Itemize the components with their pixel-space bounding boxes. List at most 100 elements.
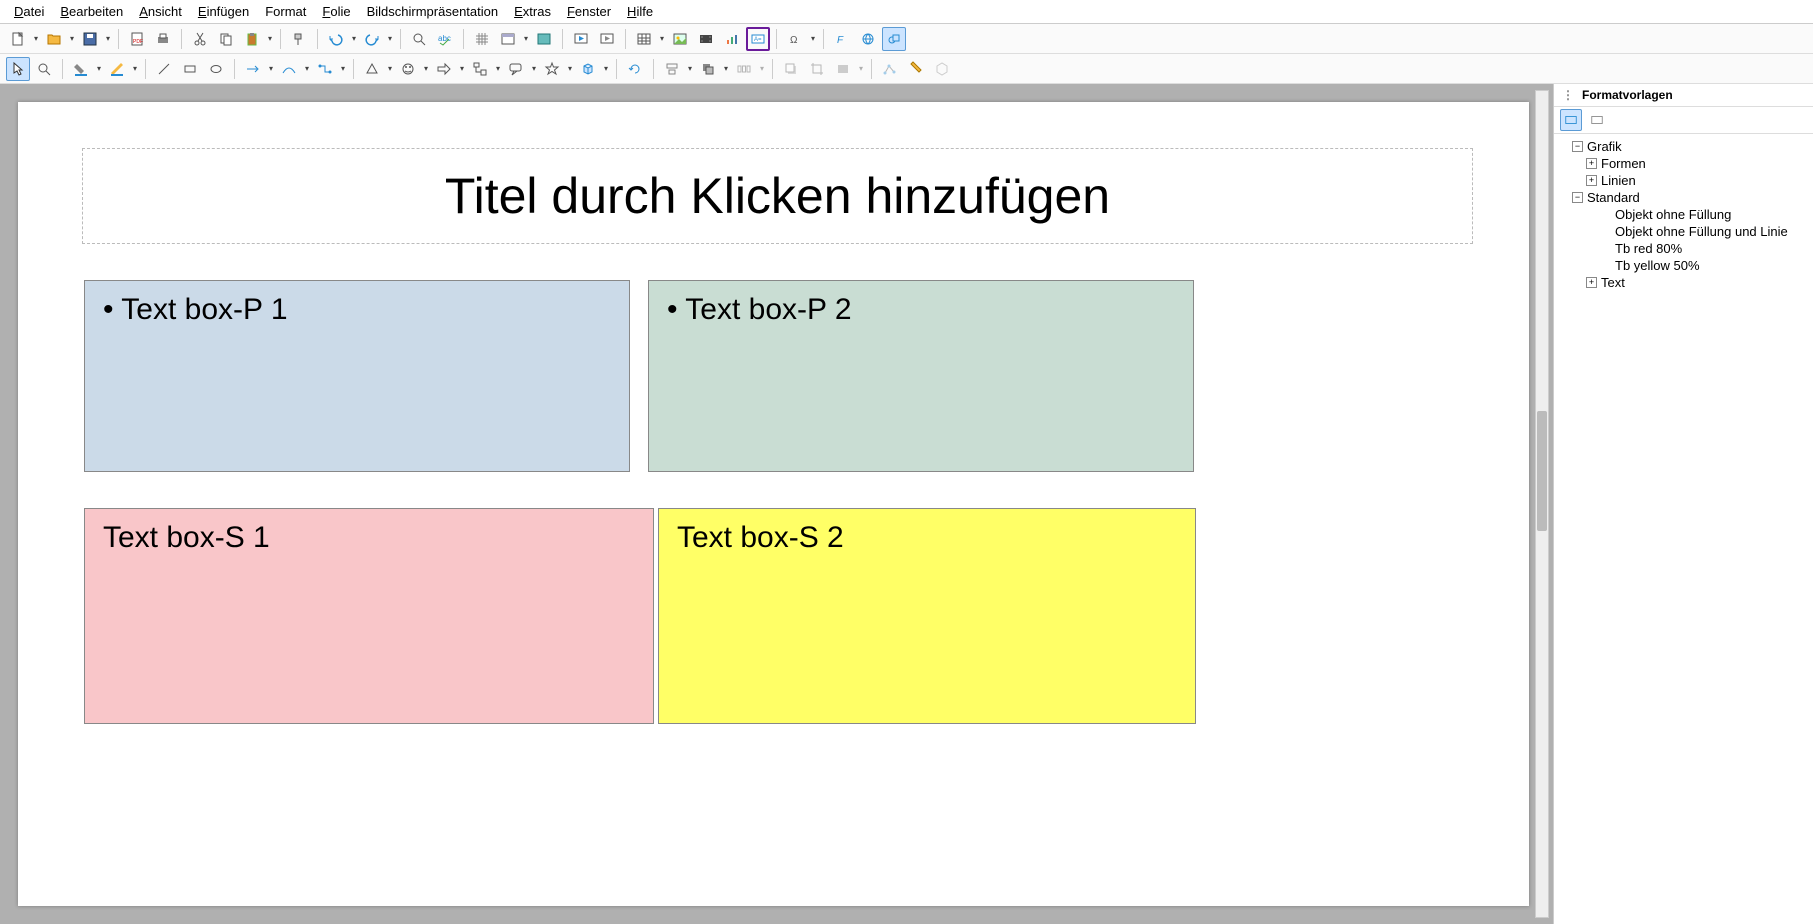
copy-button[interactable] xyxy=(214,27,238,51)
arrange-button[interactable] xyxy=(696,57,720,81)
collapse-icon[interactable]: − xyxy=(1572,192,1583,203)
rotate-tool-button[interactable] xyxy=(623,57,647,81)
line-tool-button[interactable] xyxy=(152,57,176,81)
display-views-dropdown[interactable]: ▾ xyxy=(522,34,530,43)
special-char-dropdown[interactable]: ▾ xyxy=(809,34,817,43)
line-arrow-button[interactable] xyxy=(241,57,265,81)
new-dropdown[interactable]: ▾ xyxy=(32,34,40,43)
open-button[interactable] xyxy=(42,27,66,51)
filter-dropdown[interactable]: ▾ xyxy=(857,64,865,73)
arrange-dropdown[interactable]: ▾ xyxy=(722,64,730,73)
print-button[interactable] xyxy=(151,27,175,51)
select-tool-button[interactable] xyxy=(6,57,30,81)
menu-folie[interactable]: Folie xyxy=(314,2,358,21)
insert-media-button[interactable] xyxy=(694,27,718,51)
zoom-tool-button[interactable] xyxy=(32,57,56,81)
undo-dropdown[interactable]: ▾ xyxy=(350,34,358,43)
grid-button[interactable] xyxy=(470,27,494,51)
expand-icon[interactable]: + xyxy=(1586,175,1597,186)
align-dropdown[interactable]: ▾ xyxy=(686,64,694,73)
scrollbar-thumb[interactable] xyxy=(1537,411,1547,531)
vertical-scrollbar[interactable] xyxy=(1535,90,1549,918)
tree-formen[interactable]: +Formen xyxy=(1558,155,1809,172)
undo-button[interactable] xyxy=(324,27,348,51)
textbox-s1[interactable]: Text box-S 1 xyxy=(84,508,654,724)
3d-objects-button[interactable] xyxy=(576,57,600,81)
textbox-p1[interactable]: Text box-P 1 xyxy=(84,280,630,472)
show-draw-functions-button[interactable] xyxy=(882,27,906,51)
menu-einfügen[interactable]: Einfügen xyxy=(190,2,257,21)
textbox-p2[interactable]: Text box-P 2 xyxy=(648,280,1194,472)
block-arrows-dropdown[interactable]: ▾ xyxy=(458,64,466,73)
master-slide-button[interactable] xyxy=(532,27,556,51)
points-button[interactable] xyxy=(878,57,902,81)
curve-dropdown[interactable]: ▾ xyxy=(303,64,311,73)
stars-dropdown[interactable]: ▾ xyxy=(566,64,574,73)
expand-icon[interactable]: + xyxy=(1586,277,1597,288)
special-char-button[interactable]: Ω xyxy=(783,27,807,51)
presentation-styles-tab[interactable] xyxy=(1586,109,1608,131)
basic-shapes-button[interactable] xyxy=(360,57,384,81)
menu-bildschirmpräsentation[interactable]: Bildschirmpräsentation xyxy=(359,2,507,21)
block-arrows-button[interactable] xyxy=(432,57,456,81)
export-pdf-button[interactable]: PDF xyxy=(125,27,149,51)
tree-linien[interactable]: +Linien xyxy=(1558,172,1809,189)
tree-tb-red[interactable]: Tb red 80% xyxy=(1558,240,1809,257)
line-color-button[interactable] xyxy=(105,57,129,81)
sidebar-grip-icon[interactable]: ⋮ xyxy=(1562,88,1574,102)
menu-hilfe[interactable]: Hilfe xyxy=(619,2,661,21)
callouts-dropdown[interactable]: ▾ xyxy=(530,64,538,73)
connector-dropdown[interactable]: ▾ xyxy=(339,64,347,73)
start-from-first-button[interactable] xyxy=(569,27,593,51)
ellipse-tool-button[interactable] xyxy=(204,57,228,81)
menu-format[interactable]: Format xyxy=(257,2,314,21)
basic-shapes-dropdown[interactable]: ▾ xyxy=(386,64,394,73)
gluepoints-button[interactable] xyxy=(904,57,928,81)
3d-objects-dropdown[interactable]: ▾ xyxy=(602,64,610,73)
line-arrow-dropdown[interactable]: ▾ xyxy=(267,64,275,73)
shadow-button[interactable] xyxy=(779,57,803,81)
collapse-icon[interactable]: − xyxy=(1572,141,1583,152)
cut-button[interactable] xyxy=(188,27,212,51)
expand-icon[interactable]: + xyxy=(1586,158,1597,169)
insert-chart-button[interactable] xyxy=(720,27,744,51)
menu-datei[interactable]: Datei xyxy=(6,2,52,21)
insert-image-button[interactable] xyxy=(668,27,692,51)
redo-dropdown[interactable]: ▾ xyxy=(386,34,394,43)
tree-standard[interactable]: −Standard xyxy=(1558,189,1809,206)
flowchart-dropdown[interactable]: ▾ xyxy=(494,64,502,73)
redo-button[interactable] xyxy=(360,27,384,51)
textbox-s2[interactable]: Text box-S 2 xyxy=(658,508,1196,724)
insert-table-dropdown[interactable]: ▾ xyxy=(658,34,666,43)
filter-button[interactable] xyxy=(831,57,855,81)
flowchart-button[interactable] xyxy=(468,57,492,81)
menu-ansicht[interactable]: Ansicht xyxy=(131,2,190,21)
rect-tool-button[interactable] xyxy=(178,57,202,81)
align-button[interactable] xyxy=(660,57,684,81)
title-placeholder[interactable]: Titel durch Klicken hinzufügen xyxy=(82,148,1473,244)
insert-table-button[interactable] xyxy=(632,27,656,51)
paste-button[interactable] xyxy=(240,27,264,51)
paste-dropdown[interactable]: ▾ xyxy=(266,34,274,43)
stars-button[interactable] xyxy=(540,57,564,81)
curve-tool-button[interactable] xyxy=(277,57,301,81)
tree-obj-ohne-fuellung-linie[interactable]: Objekt ohne Füllung und Linie xyxy=(1558,223,1809,240)
crop-button[interactable] xyxy=(805,57,829,81)
menu-bearbeiten[interactable]: Bearbeiten xyxy=(52,2,131,21)
callouts-button[interactable] xyxy=(504,57,528,81)
line-color-dropdown[interactable]: ▾ xyxy=(131,64,139,73)
fill-color-button[interactable] xyxy=(69,57,93,81)
distribute-button[interactable] xyxy=(732,57,756,81)
insert-textbox-button[interactable]: A= xyxy=(746,27,770,51)
save-dropdown[interactable]: ▾ xyxy=(104,34,112,43)
tree-grafik[interactable]: −Grafik xyxy=(1558,138,1809,155)
tree-text[interactable]: +Text xyxy=(1558,274,1809,291)
find-button[interactable] xyxy=(407,27,431,51)
tree-tb-yellow[interactable]: Tb yellow 50% xyxy=(1558,257,1809,274)
clone-format-button[interactable] xyxy=(287,27,311,51)
open-dropdown[interactable]: ▾ xyxy=(68,34,76,43)
save-button[interactable] xyxy=(78,27,102,51)
extrusion-button[interactable] xyxy=(930,57,954,81)
distribute-dropdown[interactable]: ▾ xyxy=(758,64,766,73)
start-from-current-button[interactable] xyxy=(595,27,619,51)
